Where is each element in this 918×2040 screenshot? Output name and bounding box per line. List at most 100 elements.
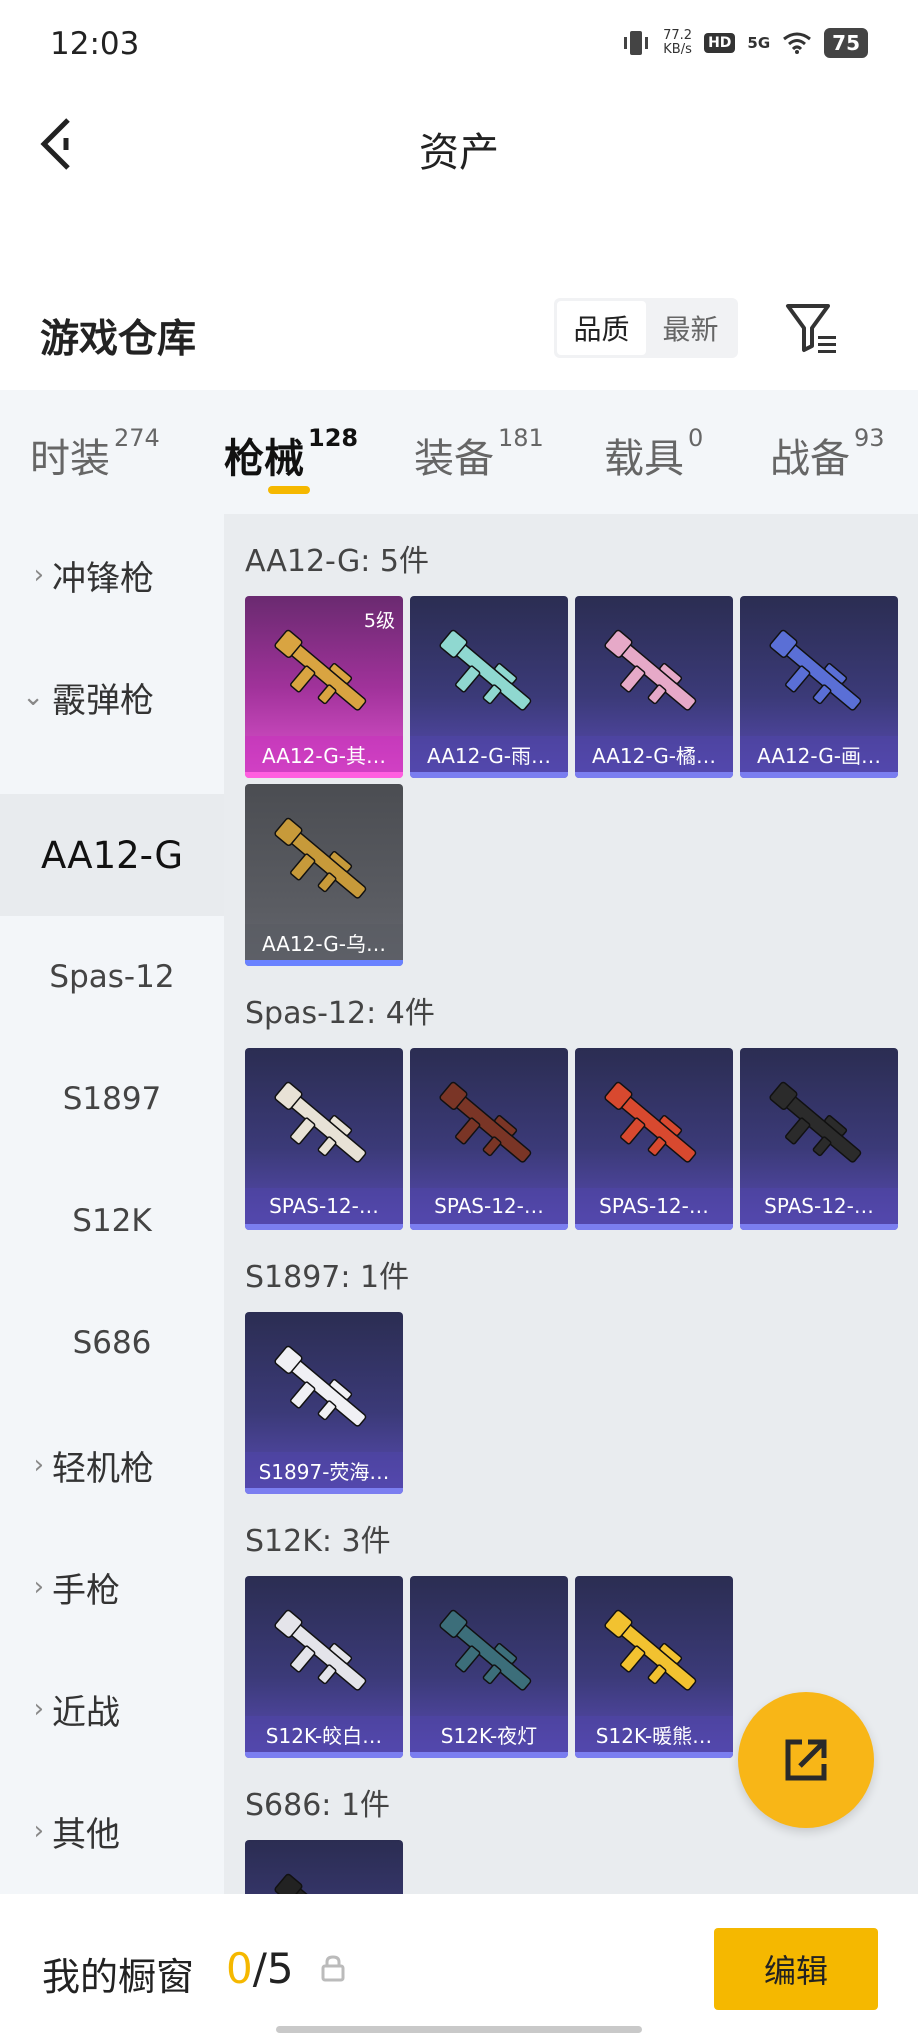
sidebar-item-s1897[interactable]: S1897 (0, 1038, 224, 1160)
chevron-right-icon: › (33, 1572, 44, 1602)
weapon-name: SPAS-12-… (410, 1188, 568, 1224)
weapon-card[interactable]: SPAS-12-… (410, 1048, 568, 1230)
weapon-card[interactable]: 5级 AA12-G-其… (245, 596, 403, 778)
sidebar-item-spas12[interactable]: Spas-12 (0, 916, 224, 1038)
weapon-image (274, 1345, 367, 1427)
status-time: 12:03 (50, 26, 140, 62)
sidebar-item-aa12g[interactable]: AA12-G (0, 794, 224, 916)
group-title: S12K: 3件 (245, 1524, 391, 1559)
rarity-stripe (575, 772, 733, 778)
rarity-stripe (575, 1752, 733, 1758)
weapon-image (769, 1081, 862, 1163)
weapon-name: AA12-G-画… (740, 736, 898, 772)
sidebar-item-smg[interactable]: › 冲锋枪 (0, 514, 224, 636)
chevron-right-icon: › (33, 1816, 44, 1846)
weapon-card[interactable]: S1897-荧海… (245, 1312, 403, 1494)
weapon-card[interactable]: S12K-夜灯 (410, 1576, 568, 1758)
filter-button[interactable] (784, 302, 840, 354)
sidebar-item-lmg[interactable]: › 轻机枪 (0, 1404, 224, 1526)
weapon-name: SPAS-12-… (575, 1188, 733, 1224)
header: 资产 (0, 100, 918, 190)
weapon-name: S12K-暖熊… (575, 1716, 733, 1752)
page-title: 资产 (419, 130, 499, 176)
weapon-name: AA12-G-橘… (575, 736, 733, 772)
showcase-bar: 我的橱窗 0/5 编辑 (0, 1896, 918, 2040)
weapon-card[interactable]: AA12-G-画… (740, 596, 898, 778)
tab-firearms[interactable]: 枪械 128 (224, 424, 358, 484)
showcase-count: 0/5 (226, 1944, 294, 1993)
weapon-card[interactable]: AA12-G-乌… (245, 784, 403, 966)
home-indicator (276, 2026, 642, 2033)
sidebar-item-s686[interactable]: S686 (0, 1282, 224, 1404)
tab-supplies[interactable]: 战备 93 (770, 424, 885, 484)
warehouse-header: 游戏仓库 品质 最新 (0, 290, 918, 390)
net-speed: 77.2 KB/s (663, 28, 693, 57)
sidebar-item-pistol[interactable]: › 手枪 (0, 1526, 224, 1648)
weapon-card[interactable]: S12K-皎白… (245, 1576, 403, 1758)
tab-equipment[interactable]: 装备 181 (414, 424, 544, 484)
weapon-type-sidebar: › 冲锋枪 ⌄ 霰弹枪 AA12-G Spas-12 S1897 S12K S6… (0, 514, 224, 1894)
tab-fashion[interactable]: 时装 274 (30, 424, 160, 484)
weapon-name: SPAS-12-… (245, 1188, 403, 1224)
battery-icon: 75 (824, 28, 868, 58)
weapon-image (274, 817, 367, 899)
rarity-stripe (410, 1752, 568, 1758)
chevron-right-icon: › (33, 1694, 44, 1724)
sidebar-item-s12k[interactable]: S12K (0, 1160, 224, 1282)
weapon-image (274, 1081, 367, 1163)
wifi-icon (783, 32, 812, 54)
group-title: AA12-G: 5件 (245, 544, 429, 579)
share-external-icon (785, 1739, 827, 1781)
weapon-name: SPAS-12-… (740, 1188, 898, 1224)
weapon-image (604, 629, 697, 711)
sort-newest-button[interactable]: 最新 (646, 301, 735, 355)
sidebar-item-shotgun[interactable]: ⌄ 霰弹枪 (0, 636, 224, 758)
rarity-stripe (410, 772, 568, 778)
tab-vehicles[interactable]: 载具 0 (604, 424, 703, 484)
weapon-card[interactable]: SPAS-12-… (740, 1048, 898, 1230)
status-bar: 12:03 77.2 KB/s HD 5G 75 (0, 0, 918, 92)
rarity-stripe (245, 1752, 403, 1758)
weapon-card[interactable]: AA12-G-雨… (410, 596, 568, 778)
chevron-right-icon: › (33, 1450, 44, 1480)
weapon-image (604, 1609, 697, 1691)
weapon-card[interactable] (245, 1840, 403, 1894)
weapon-image (439, 629, 532, 711)
edit-button[interactable]: 编辑 (714, 1928, 878, 2010)
active-tab-indicator (268, 486, 310, 494)
vibrate-icon (624, 31, 649, 55)
weapon-image (274, 629, 367, 711)
rarity-stripe (245, 960, 403, 966)
weapon-card[interactable]: SPAS-12-… (575, 1048, 733, 1230)
sort-quality-button[interactable]: 品质 (557, 301, 646, 355)
rarity-stripe (245, 1488, 403, 1494)
sort-toggle: 品质 最新 (554, 298, 738, 358)
weapon-image (274, 1873, 367, 1894)
sidebar-item-melee[interactable]: › 近战 (0, 1648, 224, 1770)
rarity-stripe (740, 772, 898, 778)
weapon-name: S12K-皎白… (245, 1716, 403, 1752)
chevron-down-icon: ⌄ (22, 682, 44, 712)
weapon-image (439, 1081, 532, 1163)
weapon-grid: AA12-G: 5件 5级 AA12-G-其… AA12-G-雨… AA12-G… (224, 514, 918, 1894)
rarity-stripe (245, 772, 403, 778)
hd-icon: HD (704, 33, 736, 53)
weapon-image (604, 1081, 697, 1163)
share-button[interactable] (738, 1692, 874, 1828)
weapon-card[interactable]: AA12-G-橘… (575, 596, 733, 778)
level-badge: 5级 (363, 610, 395, 632)
lock-icon (321, 1955, 345, 1982)
rarity-stripe (245, 1224, 403, 1230)
weapon-card[interactable]: SPAS-12-… (245, 1048, 403, 1230)
category-tabs: 时装 274 枪械 128 装备 181 载具 0 战备 93 (0, 390, 918, 514)
rarity-stripe (575, 1224, 733, 1230)
signal-5g-icon: 5G (747, 34, 771, 52)
weapon-card[interactable]: S12K-暖熊… (575, 1576, 733, 1758)
group-title: S1897: 1件 (245, 1260, 410, 1295)
weapon-name: S12K-夜灯 (410, 1716, 568, 1752)
rarity-stripe (410, 1224, 568, 1230)
weapon-image (769, 629, 862, 711)
weapon-name: S1897-荧海… (245, 1452, 403, 1488)
sidebar-item-other[interactable]: › 其他 (0, 1770, 224, 1892)
chevron-right-icon: › (33, 560, 44, 590)
